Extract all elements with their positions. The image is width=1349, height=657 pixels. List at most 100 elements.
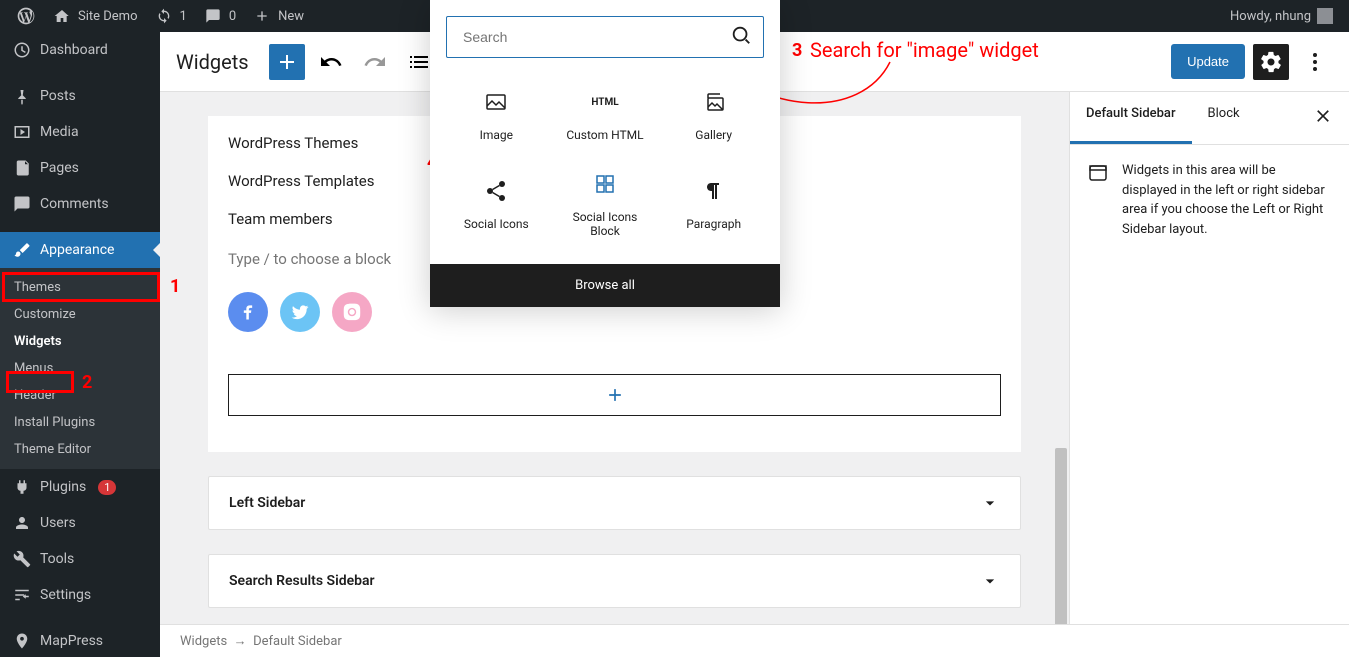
gallery-icon	[702, 88, 726, 116]
submenu-install-plugins[interactable]: Install Plugins	[0, 409, 160, 436]
block-social-icons-block[interactable]: Social Icons Block	[551, 156, 660, 252]
comments-ab[interactable]: 0	[195, 0, 244, 32]
new-label: New	[278, 9, 304, 24]
facebook-icon[interactable]	[228, 292, 268, 332]
redo-button[interactable]	[357, 44, 393, 80]
widget-area-toggle[interactable]: Search Results Sidebar	[209, 555, 1020, 607]
crumb-current[interactable]: Default Sidebar	[253, 634, 342, 649]
pilcrow-icon	[702, 177, 726, 205]
menu-tools[interactable]: Tools	[0, 541, 160, 577]
updates[interactable]: 1	[146, 0, 195, 32]
media-icon	[12, 122, 32, 142]
close-icon	[1313, 106, 1333, 126]
settings-toggle[interactable]	[1253, 44, 1289, 80]
block-social-icons[interactable]: Social Icons	[442, 156, 551, 252]
comments-icon	[12, 194, 32, 214]
widget-area-search-results: Search Results Sidebar	[208, 554, 1021, 608]
arrow-right-icon	[153, 242, 160, 258]
tab-widget-area[interactable]: Default Sidebar	[1070, 92, 1192, 144]
block-label: Custom HTML	[566, 128, 643, 142]
comments-count: 0	[229, 9, 236, 24]
gear-icon	[1259, 50, 1283, 74]
menu-dashboard[interactable]: Dashboard	[0, 32, 160, 68]
howdy-label: Howdy, nhung	[1230, 9, 1311, 24]
more-menu[interactable]	[1297, 44, 1333, 80]
scrollbar[interactable]	[1053, 148, 1069, 594]
list-icon	[407, 50, 431, 74]
updates-count: 1	[180, 9, 187, 24]
tab-block[interactable]: Block	[1192, 92, 1256, 144]
instagram-icon[interactable]	[332, 292, 372, 332]
annotation-1: 1	[170, 276, 180, 297]
new-content[interactable]: New	[244, 0, 312, 32]
undo-button[interactable]	[313, 44, 349, 80]
menu-settings[interactable]: Settings	[0, 577, 160, 613]
inserter-toggle[interactable]	[269, 44, 305, 80]
sliders-icon	[12, 585, 32, 605]
my-account[interactable]: Howdy, nhung	[1222, 0, 1341, 32]
site-name-label: Site Demo	[78, 9, 138, 24]
block-label: Social Icons	[464, 217, 529, 231]
block-custom-html[interactable]: HTML Custom HTML	[551, 74, 660, 156]
page-title: Widgets	[176, 50, 249, 74]
site-name[interactable]: Site Demo	[44, 0, 146, 32]
submenu-header[interactable]: Header	[0, 382, 160, 409]
menu-mappress[interactable]: MapPress	[0, 623, 160, 657]
search-input[interactable]	[446, 16, 764, 58]
undo-icon	[319, 50, 343, 74]
menu-users[interactable]: Users	[0, 505, 160, 541]
menu-media[interactable]: Media	[0, 114, 160, 150]
widget-area-desc: Widgets in this area will be displayed i…	[1122, 161, 1333, 239]
submenu-menus[interactable]: Menus	[0, 355, 160, 382]
plus-icon	[605, 385, 625, 405]
submenu-theme-editor[interactable]: Theme Editor	[0, 436, 160, 463]
block-gallery[interactable]: Gallery	[659, 74, 768, 156]
widget-area-toggle[interactable]: Left Sidebar	[209, 477, 1020, 529]
share-icon	[484, 177, 508, 205]
menu-label: MapPress	[40, 633, 103, 649]
block-image[interactable]: Image	[442, 74, 551, 156]
annotation-3-text: Search for "image" widget	[810, 38, 1039, 62]
wordpress-icon	[16, 6, 36, 26]
menu-label: Appearance	[40, 242, 114, 258]
menu-label: Media	[40, 124, 79, 140]
map-icon	[12, 631, 32, 651]
crumb-root[interactable]: Widgets	[180, 634, 227, 649]
pages-icon	[12, 158, 32, 178]
update-button[interactable]: Update	[1171, 44, 1245, 79]
block-label: Image	[480, 128, 513, 142]
submenu-customize[interactable]: Customize	[0, 301, 160, 328]
home-icon	[52, 6, 72, 26]
menu-appearance[interactable]: Appearance	[0, 232, 160, 268]
chevron-down-icon	[980, 571, 1000, 591]
twitter-icon[interactable]	[280, 292, 320, 332]
comment-icon	[203, 6, 223, 26]
scroll-thumb[interactable]	[1055, 448, 1067, 624]
settings-panel: Default Sidebar Block Widgets in this ar…	[1069, 92, 1349, 624]
widget-area-title: Left Sidebar	[229, 495, 305, 511]
menu-posts[interactable]: Posts	[0, 78, 160, 114]
block-label: Gallery	[695, 128, 732, 142]
submenu-widgets[interactable]: Widgets	[0, 328, 160, 355]
block-paragraph[interactable]: Paragraph	[659, 156, 768, 252]
updates-icon	[154, 6, 174, 26]
menu-plugins[interactable]: Plugins1	[0, 469, 160, 505]
menu-pages[interactable]: Pages	[0, 150, 160, 186]
widget-area-left: Left Sidebar	[208, 476, 1021, 530]
submenu-themes[interactable]: Themes	[0, 274, 160, 301]
admin-menu: Dashboard Posts Media Pages Comments App…	[0, 32, 160, 657]
wp-logo[interactable]	[8, 0, 44, 32]
breadcrumb: Widgets → Default Sidebar	[160, 624, 1349, 657]
qr-icon	[593, 170, 617, 198]
html-icon: HTML	[591, 88, 618, 116]
browse-all-button[interactable]: Browse all	[430, 264, 780, 307]
close-settings[interactable]	[1297, 92, 1349, 144]
menu-label: Posts	[40, 88, 76, 104]
widget-area-icon	[1086, 161, 1110, 239]
menu-comments[interactable]: Comments	[0, 186, 160, 222]
plug-icon	[12, 477, 32, 497]
dashboard-icon	[12, 40, 32, 60]
menu-label: Comments	[40, 196, 109, 212]
wrench-icon	[12, 549, 32, 569]
add-block-button[interactable]	[228, 374, 1001, 416]
